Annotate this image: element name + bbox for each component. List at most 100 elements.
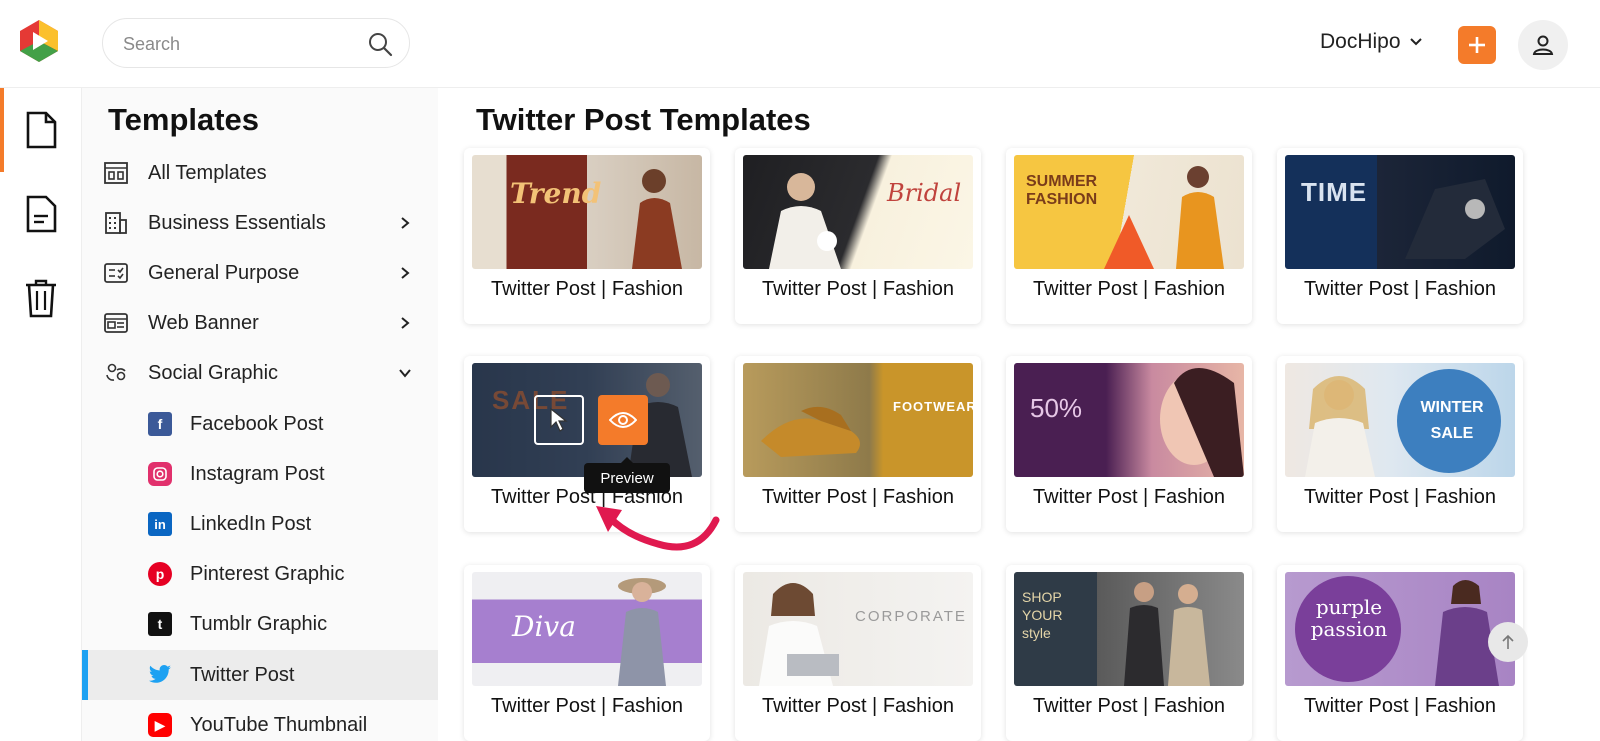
hover-overlay: Preview bbox=[472, 363, 702, 493]
sidebar-subitem-instagram-post[interactable]: Instagram Post bbox=[82, 449, 438, 499]
template-thumbnail: WINTER SALE bbox=[1285, 363, 1515, 477]
template-thumbnail: FOOTWEAR bbox=[743, 363, 973, 477]
sidebar-subitem-twitter-post[interactable]: Twitter Post bbox=[82, 650, 438, 700]
app-header: DocHipo bbox=[0, 0, 1600, 88]
template-caption: Twitter Post | Fashion bbox=[762, 695, 954, 717]
thumbnail-text: Diva bbox=[512, 610, 576, 643]
template-card[interactable]: 50% Twitter Post | Fashion bbox=[1006, 356, 1252, 532]
rail-documents[interactable] bbox=[0, 88, 82, 172]
sidebar-item-label: Web Banner bbox=[148, 312, 259, 334]
model-image-icon bbox=[1160, 368, 1244, 477]
dochipo-logo-icon[interactable] bbox=[16, 18, 62, 64]
sidebar-subitem-label: YouTube Thumbnail bbox=[190, 714, 368, 736]
sidebar-item-label: All Templates bbox=[148, 162, 267, 184]
template-card[interactable]: CORPORATE Twitter Post | Fashion bbox=[735, 565, 981, 741]
template-thumbnail: 50% bbox=[1014, 363, 1244, 477]
main-content: Twitter Post Templates Trend Twitter Pos… bbox=[438, 88, 1600, 741]
page-title: Twitter Post Templates bbox=[476, 102, 811, 137]
cursor-pointer-icon bbox=[550, 407, 568, 432]
workspace-dropdown[interactable]: DocHipo bbox=[1320, 30, 1423, 54]
sidebar-item-label: General Purpose bbox=[148, 262, 300, 284]
chevron-right-icon bbox=[401, 217, 410, 229]
sidebar-item-business-essentials[interactable]: Business Essentials bbox=[82, 198, 438, 248]
template-card[interactable]: purple passion Twitter Post | Fashion bbox=[1277, 565, 1523, 741]
eye-icon bbox=[609, 412, 637, 428]
file-text-icon bbox=[26, 195, 57, 233]
template-card[interactable]: Diva Twitter Post | Fashion bbox=[464, 565, 710, 741]
template-caption: Twitter Post | Fashion bbox=[1304, 695, 1496, 717]
template-card[interactable]: WINTER SALE Twitter Post | Fashion bbox=[1277, 356, 1523, 532]
model-image-icon bbox=[1305, 376, 1375, 477]
search-icon[interactable] bbox=[367, 31, 393, 57]
thumbnail-text: SUMMER FASHION bbox=[1026, 173, 1098, 208]
template-caption: Twitter Post | Fashion bbox=[1304, 486, 1496, 508]
sidebar-subitem-pinterest-graphic[interactable]: p Pinterest Graphic bbox=[82, 549, 438, 599]
search-box[interactable] bbox=[102, 18, 410, 68]
instagram-icon bbox=[148, 462, 172, 486]
template-thumbnail: Bridal bbox=[743, 155, 973, 269]
sidebar-subitem-label: Tumblr Graphic bbox=[190, 613, 328, 635]
preview-tooltip: Preview bbox=[584, 457, 670, 493]
template-caption: Twitter Post | Fashion bbox=[1033, 695, 1225, 717]
template-caption: Twitter Post | Fashion bbox=[762, 486, 954, 508]
rail-trash[interactable] bbox=[0, 256, 82, 340]
template-thumbnail: SHOP YOUR style bbox=[1014, 572, 1244, 686]
thumbnail-text: FOOTWEAR bbox=[893, 399, 973, 414]
thumbnail-text: TIME bbox=[1301, 177, 1368, 207]
twitter-icon bbox=[148, 663, 172, 687]
preview-button[interactable] bbox=[598, 395, 648, 445]
boots-image-icon bbox=[761, 406, 860, 457]
sidebar-subitem-facebook-post[interactable]: f Facebook Post bbox=[82, 399, 438, 449]
template-card[interactable]: FOOTWEAR Twitter Post | Fashion bbox=[735, 356, 981, 532]
checklist-icon bbox=[104, 263, 128, 283]
add-button[interactable] bbox=[1458, 26, 1496, 64]
select-template-button[interactable] bbox=[534, 395, 584, 445]
scroll-to-top-button[interactable] bbox=[1488, 622, 1528, 662]
user-menu-button[interactable] bbox=[1518, 20, 1568, 70]
sidebar-item-social-graphic[interactable]: Social Graphic bbox=[82, 348, 438, 398]
sidebar-item-all-templates[interactable]: All Templates bbox=[82, 148, 438, 198]
template-caption: Twitter Post | Fashion bbox=[762, 278, 954, 300]
watch-image-icon bbox=[1405, 179, 1505, 259]
social-users-icon bbox=[106, 363, 126, 381]
facebook-icon: f bbox=[148, 412, 172, 436]
model-image-icon bbox=[759, 583, 839, 686]
sidebar-item-web-banner[interactable]: Web Banner bbox=[82, 298, 438, 348]
template-caption: Twitter Post | Fashion bbox=[491, 278, 683, 300]
template-card[interactable]: TIME Twitter Post | Fashion bbox=[1277, 148, 1523, 324]
thumbnail-text: Bridal bbox=[887, 179, 962, 207]
template-caption: Twitter Post | Fashion bbox=[1033, 278, 1225, 300]
template-card[interactable]: Bridal Twitter Post | Fashion bbox=[735, 148, 981, 324]
chevron-right-icon bbox=[401, 267, 410, 279]
template-caption: Twitter Post | Fashion bbox=[1033, 486, 1225, 508]
template-caption: Twitter Post | Fashion bbox=[491, 695, 683, 717]
template-card[interactable]: SHOP YOUR style Twitter Post | Fashion bbox=[1006, 565, 1252, 741]
template-caption: Twitter Post | Fashion bbox=[1304, 278, 1496, 300]
model-image-icon bbox=[1176, 166, 1224, 269]
linkedin-icon: in bbox=[148, 512, 172, 536]
pinterest-icon: p bbox=[148, 562, 172, 586]
sidebar-subitem-tumblr-graphic[interactable]: t Tumblr Graphic bbox=[82, 599, 438, 649]
sidebar-item-general-purpose[interactable]: General Purpose bbox=[82, 248, 438, 298]
template-card[interactable]: Trend Twitter Post | Fashion bbox=[464, 148, 710, 324]
chevron-down-icon bbox=[1409, 38, 1422, 46]
icon-rail bbox=[0, 88, 82, 741]
rail-forms[interactable] bbox=[0, 172, 82, 256]
thumbnail-text: SHOP YOUR style bbox=[1022, 589, 1063, 641]
template-card[interactable]: SUMMER FASHION Twitter Post | Fashion bbox=[1006, 148, 1252, 324]
sidebar-item-label: Business Essentials bbox=[148, 212, 326, 234]
thumbnail-text: purple passion bbox=[1310, 595, 1388, 641]
thumbnail-text: WINTER SALE bbox=[1420, 399, 1484, 442]
grid-icon bbox=[104, 162, 128, 184]
templates-sidebar: Templates All Templates Business Essenti… bbox=[82, 88, 438, 741]
sidebar-subitem-label: Instagram Post bbox=[190, 463, 325, 485]
search-input[interactable] bbox=[123, 31, 353, 57]
chevron-down-icon bbox=[399, 369, 411, 378]
sidebar-subitem-label: Pinterest Graphic bbox=[190, 563, 345, 585]
template-thumbnail: Trend bbox=[472, 155, 702, 269]
building-icon bbox=[105, 212, 127, 234]
chevron-right-icon bbox=[401, 317, 410, 329]
youtube-icon: ▶ bbox=[148, 713, 172, 737]
sidebar-subitem-youtube-thumbnail[interactable]: ▶ YouTube Thumbnail bbox=[82, 700, 438, 741]
sidebar-subitem-linkedin-post[interactable]: in LinkedIn Post bbox=[82, 499, 438, 549]
